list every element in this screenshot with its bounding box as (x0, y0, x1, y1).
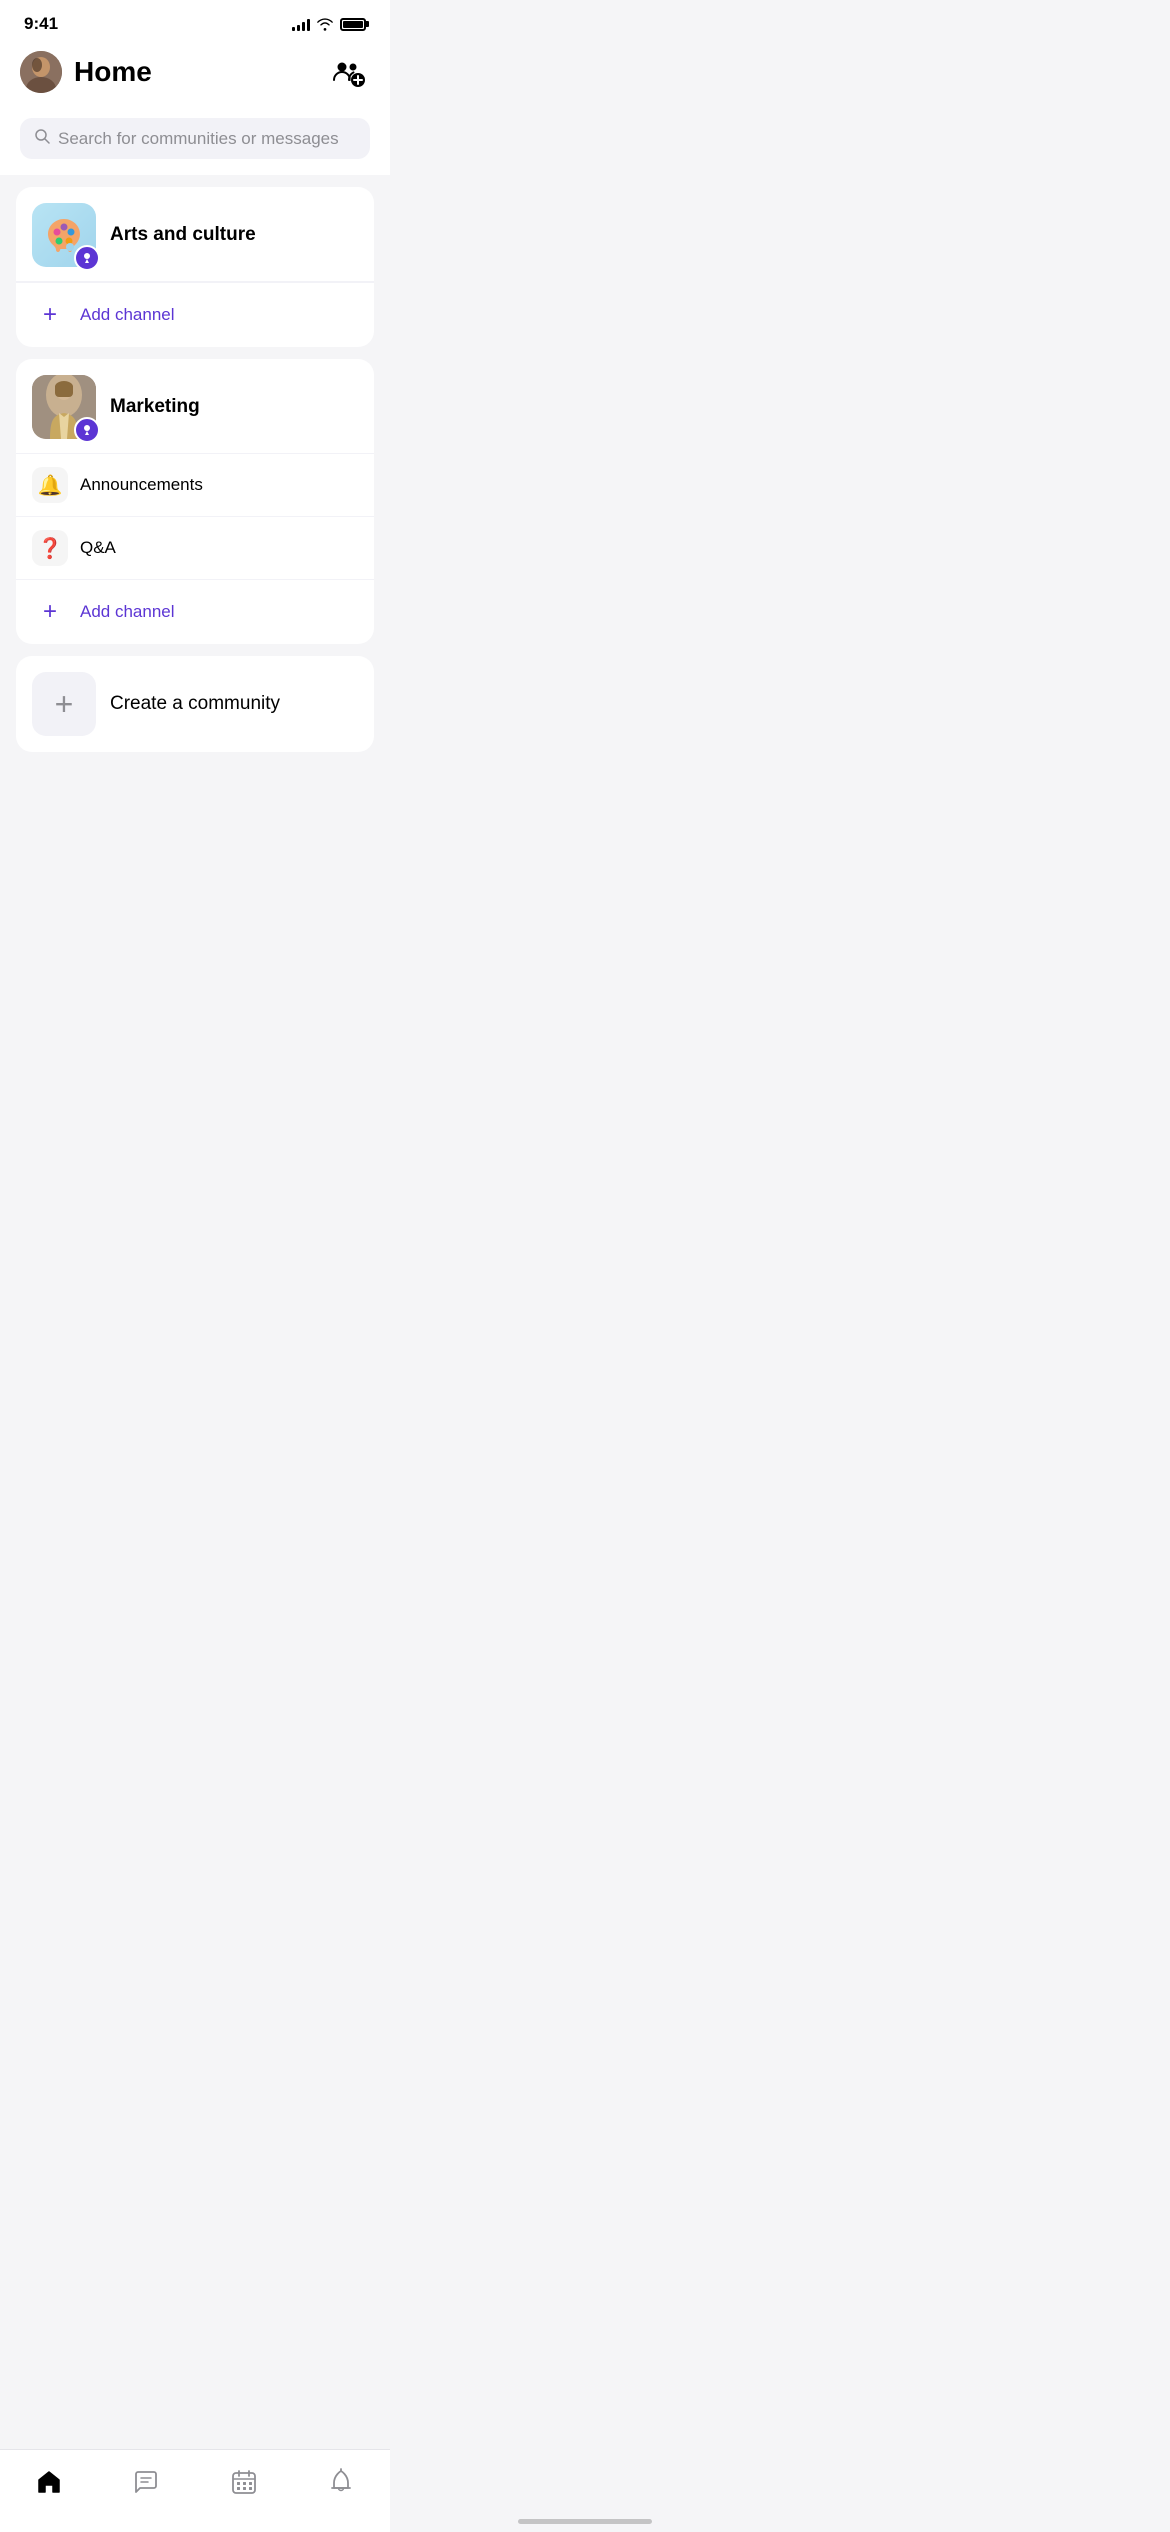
nav-item-messages[interactable] (116, 2460, 176, 2504)
add-channel-label-arts: Add channel (80, 305, 175, 325)
channel-item-qanda[interactable]: ❓ Q&A (16, 517, 374, 579)
plus-icon-arts: + (43, 301, 57, 329)
header-left: Home (20, 51, 152, 93)
nav-item-home[interactable] (19, 2460, 79, 2504)
community-card-marketing: Marketing 🔔 Announcements ❓ Q&A + Add ch… (16, 359, 374, 644)
wifi-icon (316, 17, 334, 31)
create-community-card[interactable]: + Create a community (16, 656, 374, 752)
signal-icon (292, 17, 310, 31)
battery-icon (340, 18, 366, 31)
search-bar[interactable]: Search for communities or messages (20, 118, 370, 159)
status-bar: 9:41 (0, 0, 390, 42)
channel-name-announcements: Announcements (80, 475, 203, 495)
nav-item-notifications[interactable] (311, 2460, 371, 2504)
home-nav-icon (35, 2468, 63, 2496)
page-title: Home (74, 56, 152, 88)
add-channel-marketing[interactable]: + Add channel (16, 579, 374, 644)
create-plus-icon: + (55, 688, 74, 720)
community-card-arts: Arts and culture + Add channel (16, 187, 374, 347)
search-placeholder: Search for communities or messages (58, 129, 339, 149)
header: Home (0, 42, 390, 110)
create-community-label: Create a community (110, 693, 280, 715)
create-community-icon-box: + (32, 672, 96, 736)
search-container: Search for communities or messages (0, 110, 390, 175)
search-icon (34, 128, 50, 149)
channel-item-announcements[interactable]: 🔔 Announcements (16, 454, 374, 517)
community-header-marketing[interactable]: Marketing (16, 359, 374, 454)
status-icons (292, 17, 366, 31)
bottom-navigation (0, 2449, 390, 2532)
plus-icon-marketing: + (43, 598, 57, 626)
add-channel-icon-marketing: + (32, 594, 68, 630)
add-channel-label-marketing: Add channel (80, 602, 175, 622)
avatar[interactable] (20, 51, 62, 93)
calendar-nav-icon (230, 2468, 258, 2496)
channel-name-qanda: Q&A (80, 538, 116, 558)
content-area: Arts and culture + Add channel (0, 175, 390, 764)
community-name-marketing: Marketing (110, 396, 200, 418)
community-badge-marketing (74, 417, 100, 443)
add-channel-arts[interactable]: + Add channel (16, 282, 374, 347)
community-add-icon (330, 54, 366, 90)
community-image-wrap-marketing (32, 375, 96, 439)
status-time: 9:41 (24, 14, 58, 34)
channel-icon-announcements: 🔔 (32, 467, 68, 503)
community-image-wrap-arts (32, 203, 96, 267)
add-community-button[interactable] (326, 50, 370, 94)
community-name-arts: Arts and culture (110, 224, 256, 246)
community-badge-arts (74, 245, 100, 271)
nav-item-calendar[interactable] (214, 2460, 274, 2504)
home-indicator (518, 2519, 652, 2524)
messages-nav-icon (132, 2468, 160, 2496)
notifications-nav-icon (327, 2468, 355, 2496)
add-channel-icon-arts: + (32, 297, 68, 333)
channel-icon-qanda: ❓ (32, 530, 68, 566)
community-header-arts[interactable]: Arts and culture (16, 187, 374, 282)
